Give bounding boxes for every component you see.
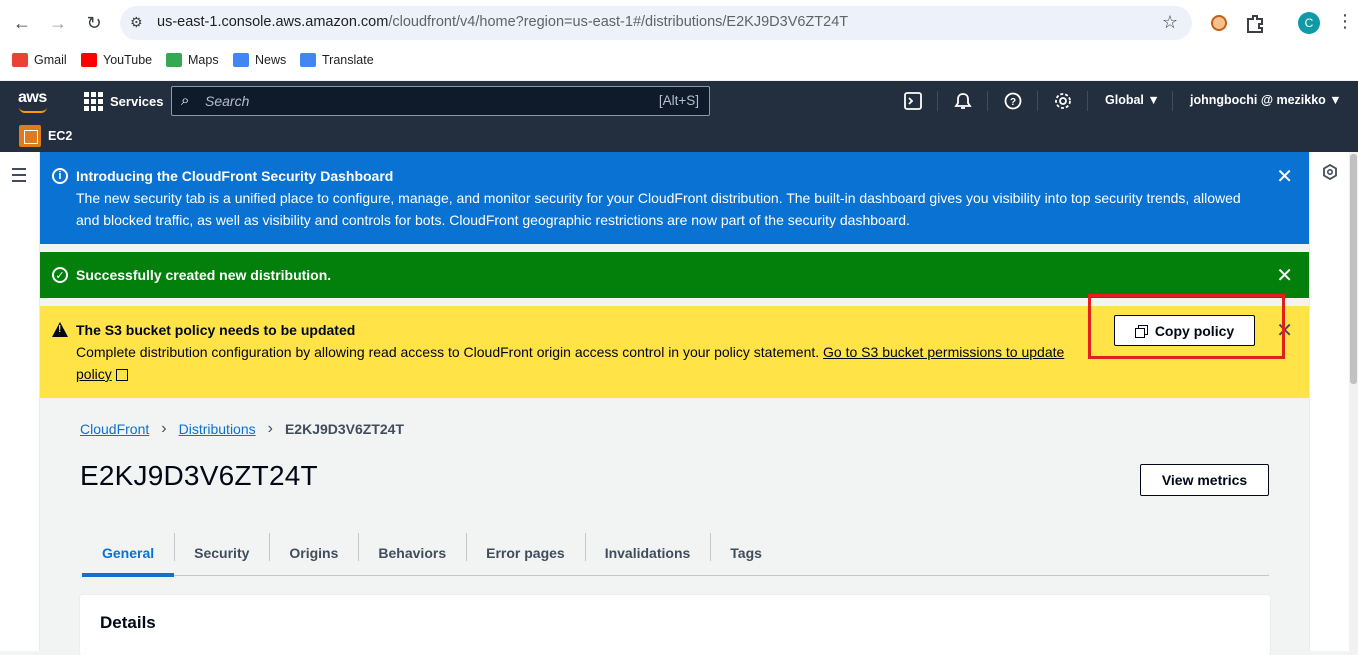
external-link-icon xyxy=(115,369,128,381)
hamburger-menu-icon[interactable] xyxy=(12,168,26,186)
search-input[interactable] xyxy=(205,92,605,110)
tab-invalidations[interactable]: Invalidations xyxy=(584,531,711,575)
aws-smile-icon xyxy=(19,107,47,113)
search-icon: ⌕ xyxy=(181,92,190,109)
back-arrow-icon[interactable]: ← xyxy=(10,11,34,35)
translate-icon xyxy=(300,53,316,67)
page-scrollbar[interactable] xyxy=(1349,152,1358,651)
address-bar[interactable]: ⚙ us-east-1.console.aws.amazon.com/cloud… xyxy=(120,6,1192,40)
forward-arrow-icon[interactable]: → xyxy=(46,11,70,35)
info-flash-title: Introducing the CloudFront Security Dash… xyxy=(76,168,394,184)
info-icon: i xyxy=(52,168,68,184)
view-metrics-button[interactable]: View metrics xyxy=(1140,464,1269,496)
aws-top-nav: aws Services ⌕ [Alt+S] ? Global ▼ johngb… xyxy=(0,81,1358,121)
breadcrumb-current: E2KJ9D3V6ZT24T xyxy=(284,421,405,437)
services-menu-button[interactable]: Services xyxy=(84,92,164,111)
breadcrumb: CloudFront › Distributions › E2KJ9D3V6ZT… xyxy=(80,420,404,438)
gmail-icon xyxy=(12,53,28,67)
tab-origins[interactable]: Origins xyxy=(269,531,358,575)
favorites-bar: EC2 xyxy=(0,121,1358,152)
success-check-icon: ✓ xyxy=(52,267,68,283)
side-navigation-rail xyxy=(0,152,40,651)
bookmark-news[interactable]: News xyxy=(233,53,286,67)
info-flashbar: i Introducing the CloudFront Security Da… xyxy=(40,152,1309,244)
bookmark-maps[interactable]: Maps xyxy=(166,53,219,67)
region-selector[interactable]: Global ▼ xyxy=(1105,93,1160,107)
tab-security[interactable]: Security xyxy=(174,531,269,575)
tab-general[interactable]: General xyxy=(82,531,175,577)
svg-text:?: ? xyxy=(1010,97,1016,108)
menu-dots-icon[interactable]: ⋮ xyxy=(1336,11,1354,32)
close-icon[interactable]: ✕ xyxy=(1276,164,1293,189)
notifications-bell-icon[interactable] xyxy=(953,91,973,111)
breadcrumb-distributions[interactable]: Distributions xyxy=(179,421,256,437)
distribution-tabs: General Security Origins Behaviors Error… xyxy=(82,531,1269,577)
details-panel: Details xyxy=(80,595,1270,655)
breadcrumb-cloudfront[interactable]: CloudFront xyxy=(80,421,149,437)
site-info-icon[interactable]: ⚙ xyxy=(130,14,143,31)
extension-icon[interactable] xyxy=(1208,12,1230,34)
profile-avatar[interactable]: C xyxy=(1298,12,1320,34)
ec2-service-icon[interactable] xyxy=(19,125,41,147)
news-icon xyxy=(233,53,249,67)
reload-icon[interactable]: ↻ xyxy=(82,11,106,35)
tab-tags[interactable]: Tags xyxy=(710,531,782,575)
help-icon[interactable]: ? xyxy=(1003,91,1023,111)
tools-rail xyxy=(1309,152,1349,651)
tab-error-pages[interactable]: Error pages xyxy=(466,531,585,575)
tab-behaviors[interactable]: Behaviors xyxy=(358,531,466,575)
close-icon[interactable]: ✕ xyxy=(1276,263,1293,288)
success-flash-title: Successfully created new distribution. xyxy=(76,267,332,283)
chevron-right-icon: › xyxy=(161,420,167,437)
bookmarks-bar: Gmail YouTube Maps News Translate xyxy=(0,46,1358,80)
main-content: CloudFront › Distributions › E2KJ9D3V6ZT… xyxy=(41,398,1309,655)
browser-toolbar: ← → ↻ ⚙ us-east-1.console.aws.amazon.com… xyxy=(0,0,1358,46)
page-title: E2KJ9D3V6ZT24T xyxy=(80,460,318,491)
maps-icon xyxy=(166,53,182,67)
warning-flash-body: Complete distribution configuration by a… xyxy=(76,344,1065,382)
search-shortcut: [Alt+S] xyxy=(658,93,699,108)
warning-triangle-icon xyxy=(52,322,68,337)
unified-search[interactable]: ⌕ [Alt+S] xyxy=(171,86,710,116)
bookmark-gmail[interactable]: Gmail xyxy=(12,53,67,67)
account-menu[interactable]: johngbochi @ mezikko ▼ xyxy=(1190,93,1342,107)
cloudshell-icon[interactable] xyxy=(903,91,923,111)
bookmark-translate[interactable]: Translate xyxy=(300,53,374,67)
tools-panel-icon[interactable] xyxy=(1322,164,1338,180)
details-heading: Details xyxy=(100,613,156,632)
chevron-right-icon: › xyxy=(267,420,273,437)
puzzle-icon[interactable] xyxy=(1244,12,1266,34)
favorite-ec2-link[interactable]: EC2 xyxy=(48,129,72,143)
grid-icon xyxy=(84,92,103,111)
success-flashbar: ✓ Successfully created new distribution.… xyxy=(40,252,1309,298)
info-flash-body: The new security tab is a unified place … xyxy=(76,190,1241,228)
warning-flash-title: The S3 bucket policy needs to be updated xyxy=(76,322,356,338)
settings-gear-icon[interactable] xyxy=(1053,91,1073,111)
highlight-annotation-box xyxy=(1088,294,1285,359)
bookmark-youtube[interactable]: YouTube xyxy=(81,53,152,67)
url-text: us-east-1.console.aws.amazon.com/cloudfr… xyxy=(157,14,849,30)
aws-logo[interactable]: aws xyxy=(18,89,47,107)
bookmark-star-icon[interactable]: ☆ xyxy=(1162,12,1178,33)
youtube-icon xyxy=(81,53,97,67)
